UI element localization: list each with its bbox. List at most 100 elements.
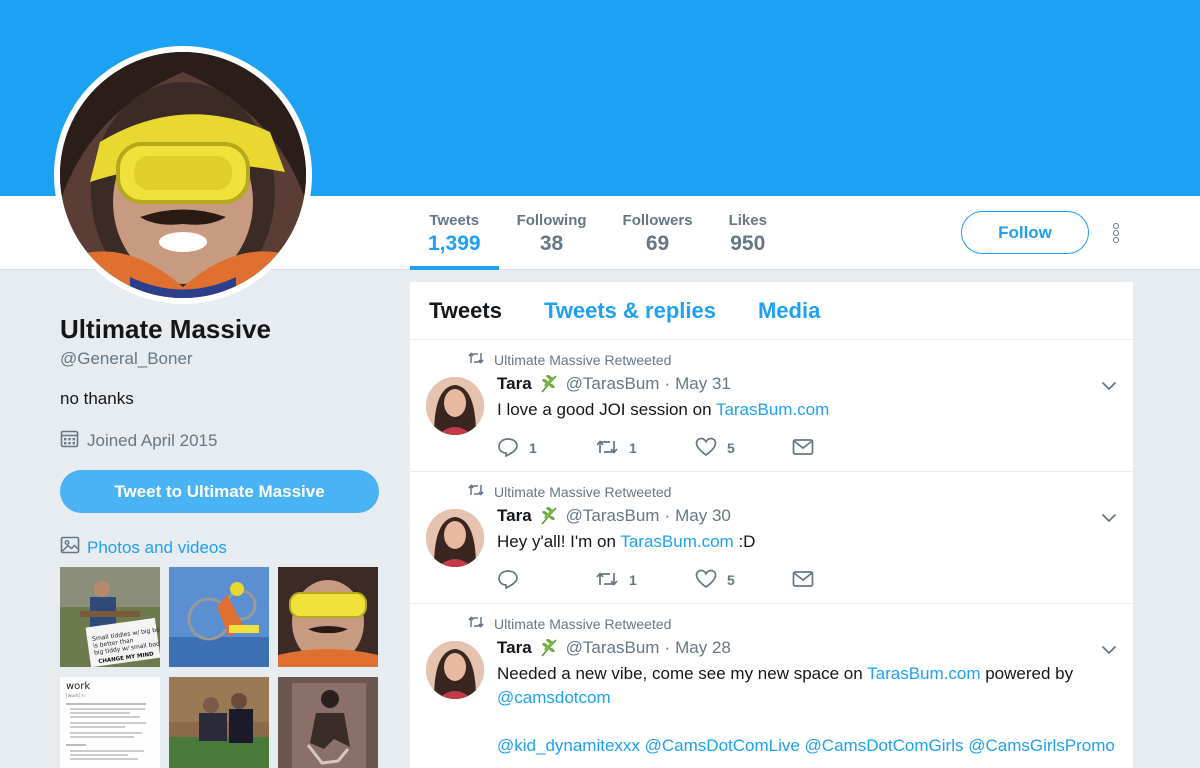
tweet-to-button[interactable]: Tweet to Ultimate Massive — [60, 470, 379, 513]
doc-text: [wurk] n. — [66, 693, 86, 699]
tweet[interactable]: Ultimate Massive Retweeted Tara @TarasBu… — [410, 604, 1133, 768]
tweet-link[interactable]: TarasBum.com — [716, 400, 829, 419]
tweet-text-part: I love a good JOI session on — [497, 400, 716, 419]
follow-button[interactable]: Follow — [961, 211, 1089, 254]
tweet-author-handle[interactable]: @TarasBum — [566, 374, 660, 394]
media-thumbnail[interactable]: work [wurk] n. — [60, 677, 160, 768]
profile-stats: Tweets 1,399 Following 38 Followers 69 L… — [410, 196, 785, 270]
tweet-text: Hey y'all! I'm on TarasBum.com :D — [497, 530, 1117, 554]
tweet-avatar[interactable] — [426, 509, 484, 567]
tweet[interactable]: Ultimate Massive Retweeted Tara @TarasBu… — [410, 472, 1133, 604]
stat-label: Following — [516, 212, 587, 229]
media-thumbnail[interactable] — [169, 567, 269, 667]
timeline-tabs: Tweets Tweets & replies Media — [410, 282, 1133, 340]
tweet-mention[interactable]: @camsdotcom — [497, 688, 611, 707]
reply-count: 1 — [529, 440, 537, 456]
tweet-author-handle[interactable]: @TarasBum — [566, 506, 660, 526]
like-count: 5 — [727, 440, 735, 456]
tab-media[interactable]: Media — [758, 298, 820, 324]
retweet-context: Ultimate Massive Retweeted — [468, 351, 671, 368]
tweet[interactable]: Ultimate Massive Retweeted Tara @TarasBu… — [410, 340, 1133, 472]
tweet-link[interactable]: TarasBum.com — [620, 532, 733, 551]
doc-text: work — [66, 681, 90, 692]
retweet-icon — [468, 351, 484, 368]
profile-name[interactable]: Ultimate Massive — [60, 314, 271, 345]
retweet-button[interactable]: 1 — [595, 438, 695, 459]
envelope-icon — [792, 570, 814, 591]
herb-emoji-icon — [539, 374, 559, 394]
stat-tweets[interactable]: Tweets 1,399 — [410, 196, 499, 270]
reply-button[interactable]: 1 — [497, 437, 595, 460]
retweet-count: 1 — [629, 440, 637, 456]
tweet-header: Tara @TarasBum · May 31 — [497, 374, 731, 394]
retweet-icon — [468, 615, 484, 632]
tweet-text: I love a good JOI session on TarasBum.co… — [497, 398, 1117, 422]
retweet-context: Ultimate Massive Retweeted — [468, 483, 671, 500]
chevron-down-icon[interactable] — [1101, 378, 1117, 396]
chevron-down-icon[interactable] — [1101, 642, 1117, 660]
joined-label: Joined April 2015 — [87, 431, 218, 450]
dot — [1113, 223, 1119, 229]
tweet-author-name[interactable]: Tara — [497, 374, 532, 394]
media-thumbnail[interactable] — [169, 677, 269, 768]
tweet-mentions-line[interactable]: @kid_dynamitexxx @CamsDotComLive @CamsDo… — [497, 736, 1115, 755]
tab-tweets-and-replies[interactable]: Tweets & replies — [544, 298, 716, 324]
stat-following[interactable]: Following 38 — [499, 196, 605, 270]
tweet-author-handle[interactable]: @TarasBum — [566, 638, 660, 658]
tweet-date[interactable]: May 30 — [675, 506, 731, 526]
retweet-icon — [595, 570, 619, 591]
separator: · — [664, 374, 671, 393]
tweet-text-part: Needed a new vibe, come see my new space… — [497, 664, 868, 683]
media-thumbnail[interactable] — [278, 677, 378, 768]
calendar-icon — [60, 429, 79, 453]
profile-avatar[interactable] — [54, 46, 312, 304]
tab-tweets[interactable]: Tweets — [429, 298, 502, 324]
reply-button[interactable] — [497, 569, 595, 592]
image-icon — [60, 535, 80, 560]
tweet-text-part: :D — [733, 532, 756, 551]
herb-emoji-icon — [539, 506, 559, 526]
direct-message-button[interactable] — [792, 438, 814, 459]
stat-label: Followers — [622, 212, 693, 229]
tweet-avatar[interactable] — [426, 377, 484, 435]
media-thumbnail[interactable] — [278, 567, 378, 667]
tweet-author-name[interactable]: Tara — [497, 506, 532, 526]
media-thumbnail[interactable]: Small tiddies w/ big booty is better tha… — [60, 567, 160, 667]
like-button[interactable]: 5 — [695, 569, 792, 592]
direct-message-button[interactable] — [792, 570, 814, 591]
more-options-icon[interactable] — [1104, 220, 1128, 246]
chevron-down-icon[interactable] — [1101, 510, 1117, 528]
tweet-date[interactable]: May 31 — [675, 374, 731, 394]
photos-and-videos-link[interactable]: Photos and videos — [60, 535, 227, 560]
joined-date: Joined April 2015 — [60, 429, 217, 453]
reply-icon — [497, 569, 519, 592]
separator: · — [664, 638, 671, 657]
tweet-avatar[interactable] — [426, 641, 484, 699]
stat-followers[interactable]: Followers 69 — [605, 196, 711, 270]
timeline: Tweets Tweets & replies Media Ultimate M… — [410, 282, 1133, 768]
like-count: 5 — [727, 572, 735, 588]
stat-value: 950 — [730, 232, 766, 255]
tweet-text: Needed a new vibe, come see my new space… — [497, 662, 1117, 758]
dot — [1113, 230, 1119, 236]
profile-handle[interactable]: @General_Boner — [60, 349, 193, 369]
heart-icon — [695, 437, 717, 460]
tweet-link[interactable]: TarasBum.com — [867, 664, 980, 683]
stat-likes[interactable]: Likes 950 — [711, 196, 785, 270]
retweet-context-label: Ultimate Massive Retweeted — [494, 615, 672, 632]
retweet-count: 1 — [629, 572, 637, 588]
tweet-author-name[interactable]: Tara — [497, 638, 532, 658]
heart-icon — [695, 569, 717, 592]
stat-value: 38 — [539, 232, 564, 255]
stat-value: 69 — [645, 232, 670, 255]
retweet-button[interactable]: 1 — [595, 570, 695, 591]
reply-icon — [497, 437, 519, 460]
retweet-icon — [468, 483, 484, 500]
tweet-date[interactable]: May 28 — [675, 638, 731, 658]
like-button[interactable]: 5 — [695, 437, 792, 460]
avatar-image — [60, 52, 306, 298]
tweet-header: Tara @TarasBum · May 30 — [497, 506, 731, 526]
herb-emoji-icon — [539, 638, 559, 658]
tweet-actions: 1 5 — [497, 568, 814, 592]
tweet-text-part: powered by — [980, 664, 1074, 683]
